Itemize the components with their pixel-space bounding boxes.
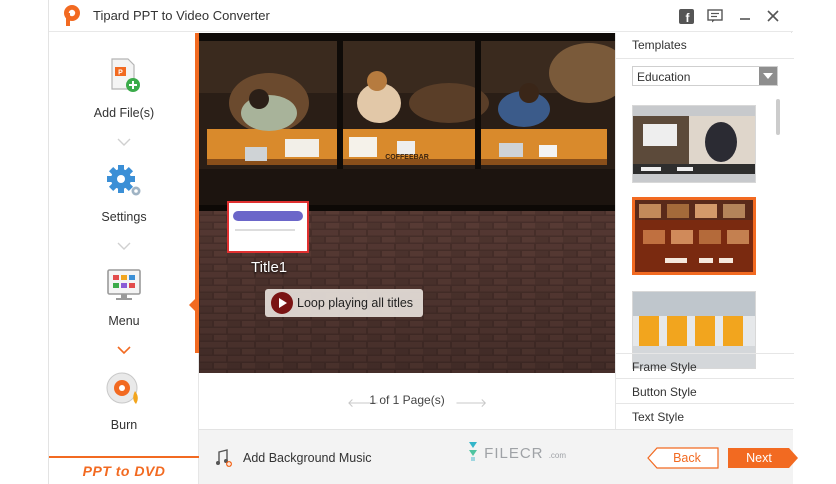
dropdown-arrow-icon — [759, 67, 777, 85]
step-label: Settings — [101, 210, 147, 224]
thumbnail-title-bar — [233, 211, 303, 221]
button-style-section[interactable]: Button Style — [616, 378, 794, 403]
templates-header[interactable]: Templates — [616, 33, 794, 59]
close-icon[interactable] — [763, 6, 783, 26]
add-file-icon: P — [111, 58, 140, 92]
page-indicator: 1 of 1 Page(s) — [369, 393, 445, 407]
watermark: FILECR .com — [467, 440, 566, 462]
loop-playing-button[interactable]: Loop playing all titles — [265, 289, 424, 317]
add-music-icon[interactable] — [215, 449, 233, 467]
step-burn[interactable]: Burn — [49, 371, 199, 432]
text-style-section[interactable]: Text Style — [616, 403, 794, 428]
svg-text:P: P — [118, 70, 123, 77]
page-navigator: 🡐 1 of 1 Page(s) 🡒 — [199, 373, 615, 429]
step-label: Menu — [108, 314, 140, 328]
category-value: Education — [637, 70, 691, 84]
loop-button-label: Loop playing all titles — [297, 296, 414, 310]
frame-style-section[interactable]: Frame Style — [616, 353, 794, 378]
brand-label: PPT to DVD — [82, 463, 166, 479]
watermark-text: FILECR — [484, 445, 544, 462]
title-item-label[interactable]: Title1 — [251, 259, 287, 276]
template-thumbnail[interactable] — [632, 105, 756, 183]
step-label: Add File(s) — [93, 106, 155, 120]
bottom-bar: Add Background Music FILECR .com Back Ne… — [199, 429, 798, 484]
chevron-down-icon — [117, 346, 131, 355]
thumbnail-line — [235, 229, 295, 231]
chevron-down-icon — [117, 138, 131, 146]
minimize-icon[interactable] — [735, 6, 755, 26]
step-menu[interactable]: Menu — [49, 267, 199, 328]
step-sidebar: P Add File(s) Settings Menu Burn PPT to … — [49, 33, 199, 484]
templates-panel: Templates Education Frame Style Button S… — [615, 33, 794, 429]
facebook-icon[interactable]: f — [676, 6, 696, 26]
back-button[interactable]: Back — [647, 447, 719, 469]
menu-monitor-icon — [107, 269, 141, 300]
play-icon — [271, 292, 293, 314]
menu-preview: COFFEEBAR Title1 Loop playing all titles — [199, 33, 615, 373]
templates-scrollbar[interactable] — [776, 99, 780, 135]
back-label: Back — [673, 451, 701, 465]
app-title: Tipard PPT to Video Converter — [93, 8, 270, 23]
step-add-files[interactable]: P Add File(s) — [49, 57, 199, 120]
add-background-music[interactable]: Add Background Music — [243, 451, 372, 465]
next-page-icon[interactable]: 🡒 — [455, 395, 487, 410]
brand-footer: PPT to DVD — [49, 456, 199, 484]
app-logo-icon — [64, 5, 80, 26]
next-label: Next — [746, 451, 772, 465]
burn-disc-icon — [106, 372, 138, 404]
watermark-suffix: .com — [548, 451, 567, 460]
cafe-sign: COFFEEBAR — [385, 154, 429, 161]
settings-gear-icon — [107, 165, 141, 196]
title-thumbnail[interactable] — [227, 201, 309, 253]
filecr-logo-icon — [469, 442, 477, 461]
title-bar: Tipard PPT to Video Converter f — [49, 0, 793, 32]
step-label: Burn — [110, 418, 138, 432]
step-settings[interactable]: Settings — [49, 163, 199, 224]
template-category-select[interactable]: Education — [632, 66, 778, 86]
feedback-icon[interactable] — [705, 6, 725, 26]
app-window: Tipard PPT to Video Converter f P Add Fi… — [48, 0, 798, 484]
chevron-down-icon — [117, 242, 131, 250]
template-thumbnail-selected[interactable] — [632, 197, 756, 275]
next-button[interactable]: Next — [727, 447, 799, 469]
